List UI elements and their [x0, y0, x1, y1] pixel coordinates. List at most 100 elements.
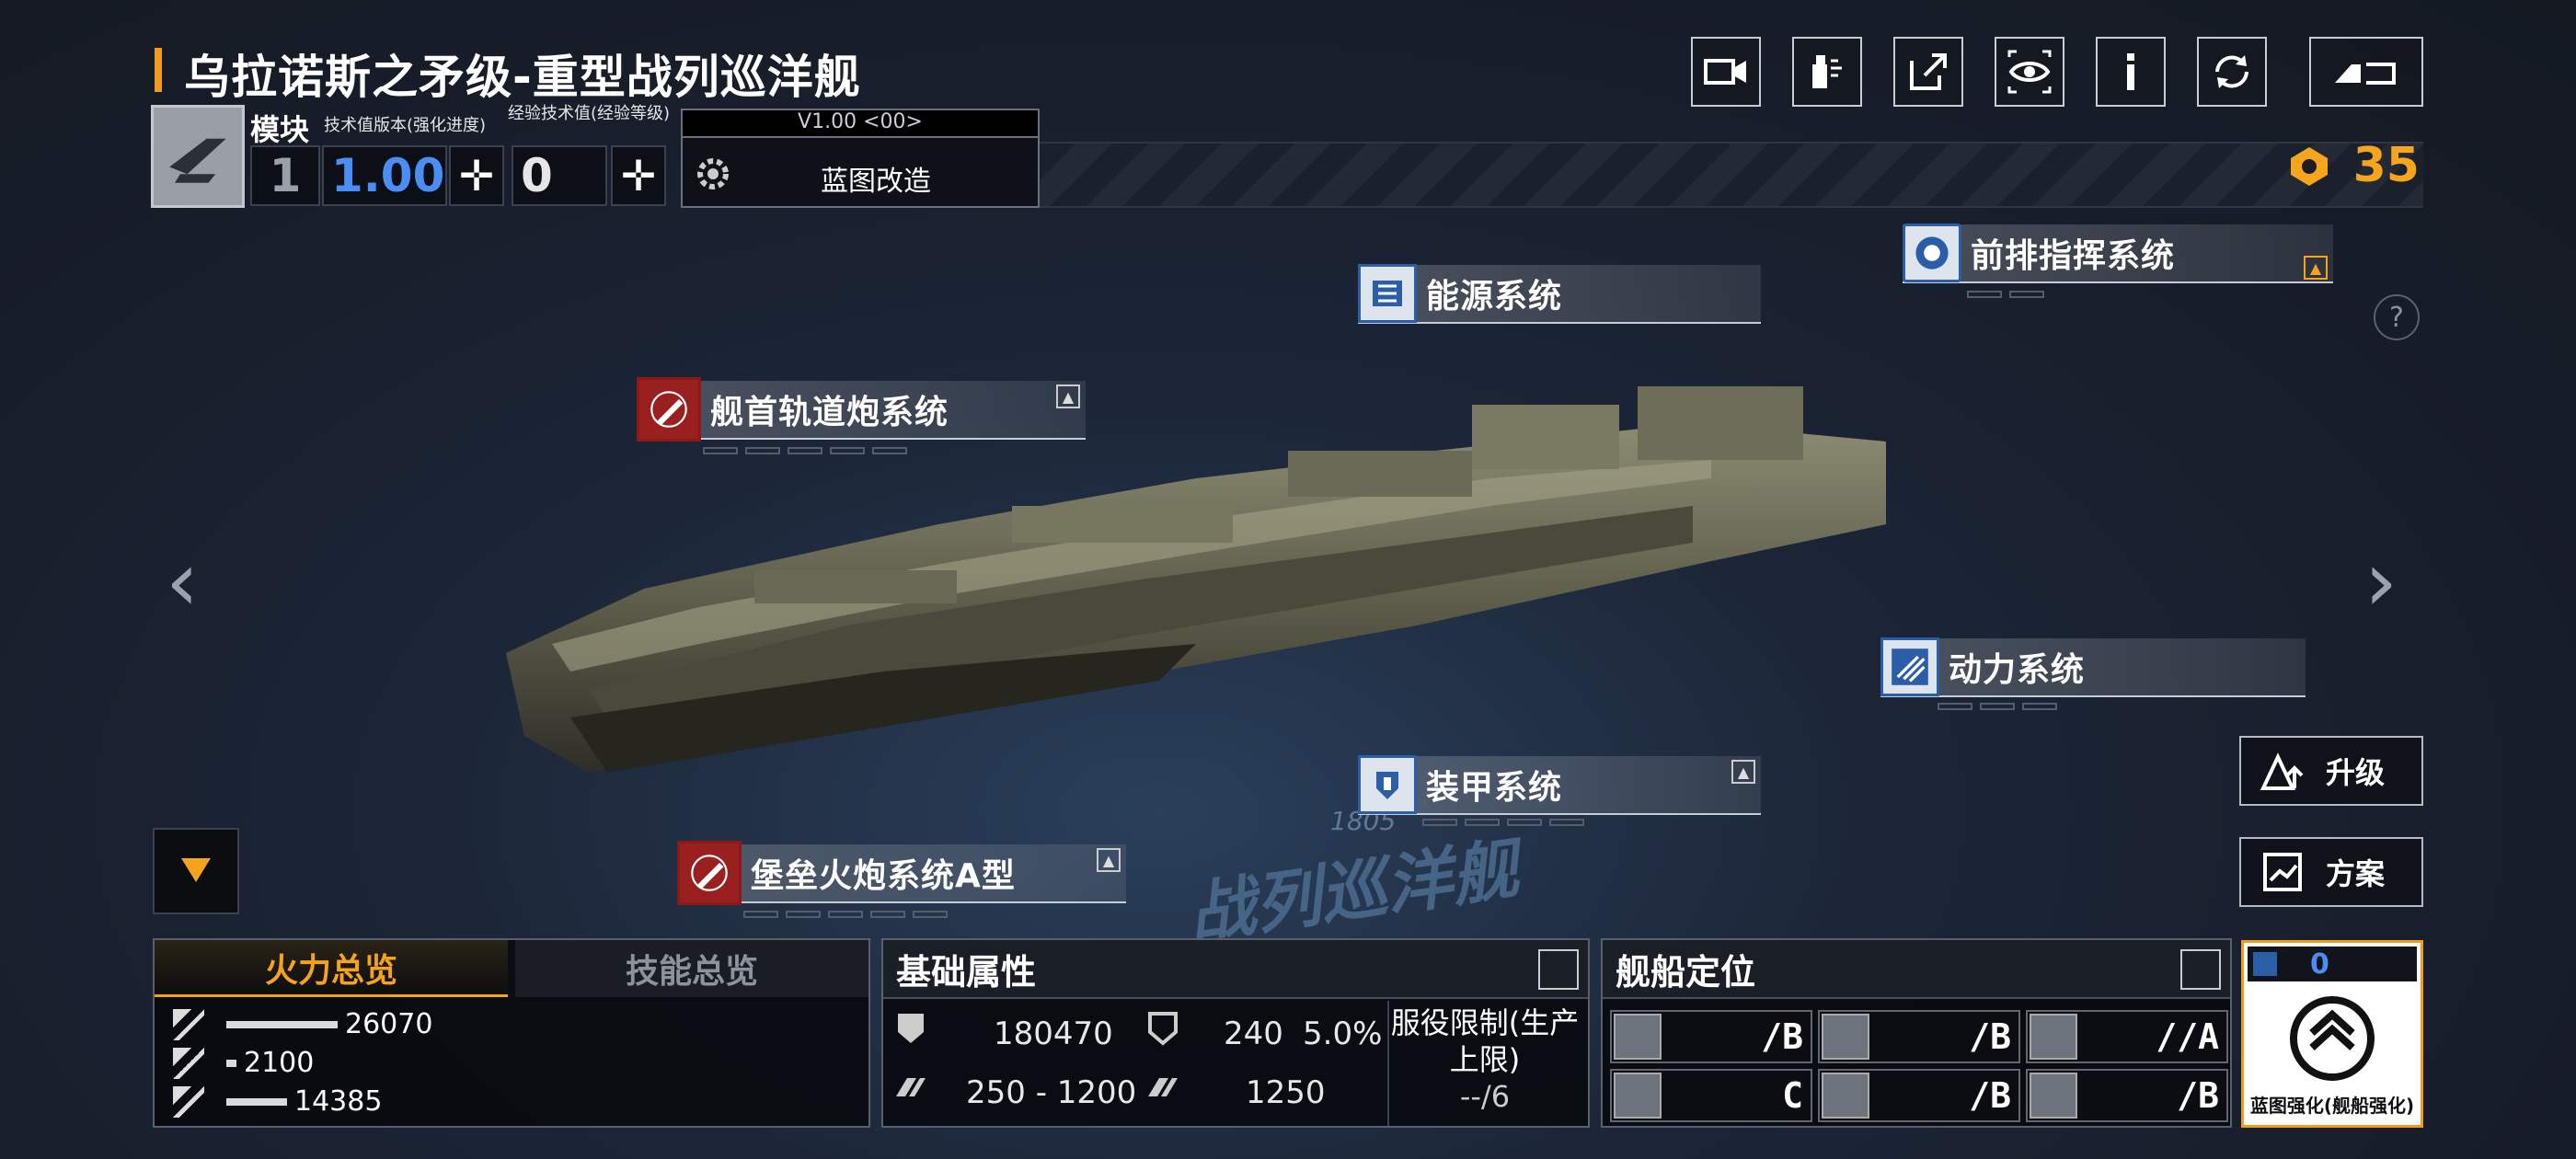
hp-icon: [892, 1010, 929, 1047]
fire-row: 2100: [173, 1047, 314, 1079]
exp-value-box: 0: [512, 145, 607, 206]
plan-icon: [2263, 853, 2302, 891]
blueprint-version: V1.00 <00>: [683, 110, 1038, 138]
expand-button[interactable]: [1538, 949, 1579, 990]
warp-value: 1250: [1246, 1074, 1326, 1111]
power-system-icon: [1880, 637, 1939, 696]
exp-tech-label: 经验技术值(经验等级): [508, 104, 671, 123]
enhance-label: 蓝图强化(舰船强化): [2249, 1095, 2415, 1117]
armor-icon: [1144, 1010, 1181, 1047]
prev-ship-arrow[interactable]: ‹: [166, 534, 199, 630]
refresh-button[interactable]: [2197, 37, 2267, 107]
upgrade-label: 升级: [2326, 755, 2386, 790]
tech-value: 1.00: [331, 149, 445, 202]
fortress-cannon-slots: [743, 911, 948, 918]
page-title: 乌拉诺斯之矛级-重型战列巡洋舰: [155, 40, 861, 107]
hp-value: 180470: [994, 1016, 1113, 1052]
expand-button[interactable]: [2180, 949, 2221, 990]
service-limit: 服役限制(生产上限) --/6: [1387, 1001, 1581, 1126]
exp-plus-button[interactable]: ✛: [611, 145, 666, 206]
base-attributes-panel: 基础属性 180470 240 5.0% 250 - 1200 1250 服役限…: [881, 938, 1590, 1128]
help-button[interactable]: ?: [2374, 294, 2420, 340]
role-icon: [1614, 1073, 1662, 1119]
role-icon: [2030, 1073, 2077, 1119]
upgrade-button[interactable]: 升级: [2239, 736, 2423, 806]
service-limit-value: --/6: [1459, 1079, 1511, 1114]
enhance-count: 0: [2310, 947, 2329, 981]
collapse-toggle[interactable]: [153, 828, 239, 914]
system-tag-armor[interactable]: 装甲系统 ▲: [1358, 755, 1761, 815]
upgrade-available-icon: ▲: [2304, 256, 2328, 280]
system-tag-power[interactable]: 动力系统: [1880, 637, 2306, 697]
position-grade[interactable]: /B: [1818, 1069, 2020, 1122]
view-eye-icon: [2007, 50, 2052, 94]
tech-plus-button[interactable]: ✛: [449, 145, 504, 206]
currency-display: 35: [2287, 138, 2420, 193]
share-icon: [1910, 53, 1947, 90]
upgrade-icon: ▲: [1731, 760, 1755, 784]
grade-value: C: [1782, 1075, 1803, 1116]
energy-system-label: 能源系统: [1426, 278, 1563, 316]
refresh-icon: [2215, 55, 2248, 88]
position-grade[interactable]: /B: [2026, 1069, 2228, 1122]
share-button[interactable]: [1893, 37, 1963, 107]
blueprint-modify-label: 蓝图改造: [821, 166, 931, 198]
enhance-chevron-icon: [2290, 996, 2375, 1081]
back-icon: [2335, 63, 2396, 85]
grade-value: /B: [1969, 1075, 2011, 1116]
weapon-type-icon: [173, 1047, 204, 1079]
info-icon: [2127, 53, 2134, 90]
triangle-down-icon: [181, 858, 211, 882]
camera-button[interactable]: [1691, 37, 1761, 107]
info-button[interactable]: [2096, 37, 2166, 107]
position-grade[interactable]: /B: [1610, 1010, 1812, 1063]
fire-bar: [226, 1059, 236, 1067]
role-icon: [2030, 1014, 2077, 1060]
currency-value: 35: [2352, 138, 2420, 193]
role-icon: [1822, 1073, 1869, 1119]
upgrade-icon: [2260, 752, 2304, 790]
system-tag-fortress-cannon[interactable]: 堡垒火炮系统A型 ▲: [677, 841, 1126, 905]
faction-logo-icon: [169, 138, 226, 183]
fire-row: 14385: [173, 1085, 382, 1118]
module-label: 模块: [250, 112, 310, 147]
armor-system-icon: [1358, 755, 1417, 814]
plan-button[interactable]: 方案: [2239, 837, 2423, 907]
fire-row: 26070: [173, 1008, 432, 1040]
currency-icon: [2290, 147, 2328, 186]
plus-icon: ✛: [458, 151, 495, 201]
hull-class-text: 战列巡洋舰: [1183, 830, 1524, 953]
armor-percent: 5.0%: [1303, 1016, 1383, 1052]
blueprint-modify-button[interactable]: V1.00 <00> 蓝图改造: [681, 109, 1040, 208]
module-index-box: 1: [250, 145, 320, 206]
base-attributes-title: 基础属性: [896, 951, 1037, 993]
next-ship-arrow[interactable]: ›: [2364, 534, 2398, 630]
view-button[interactable]: [1995, 37, 2064, 107]
fire-bar: [226, 1020, 338, 1028]
fire-overview-panel: 火力总览 技能总览 26070 2100 14385: [153, 938, 870, 1128]
system-tag-bow-railgun[interactable]: 舰首轨道炮系统 ▲: [637, 377, 1086, 442]
enhance-resource-icon: [2253, 952, 2277, 976]
back-button[interactable]: [2309, 37, 2423, 107]
position-grade[interactable]: //A: [2026, 1010, 2228, 1063]
power-system-label: 动力系统: [1949, 651, 2086, 689]
tab-skill-overview[interactable]: 技能总览: [515, 940, 868, 997]
paint-button[interactable]: [1792, 37, 1862, 107]
position-grade[interactable]: /B: [1818, 1010, 2020, 1063]
cannon-system-icon: [637, 377, 701, 442]
position-grade[interactable]: C: [1610, 1069, 1812, 1122]
fortress-cannon-label: 堡垒火炮系统A型: [751, 857, 1016, 895]
upgrade-icon: ▲: [1097, 848, 1121, 872]
blueprint-enhance-card[interactable]: 0 蓝图强化(舰船强化): [2241, 940, 2423, 1128]
bow-railgun-label: 舰首轨道炮系统: [710, 394, 949, 431]
system-tag-energy[interactable]: 能源系统: [1358, 264, 1761, 324]
armor-value: 240: [1224, 1016, 1283, 1052]
tab-fire-overview[interactable]: 火力总览: [155, 940, 508, 997]
cannon-system-icon: [677, 841, 742, 905]
ship-positioning-panel: 舰船定位 /B/B //A C/B/B: [1601, 938, 2232, 1128]
speed-value: 250 - 1200: [966, 1074, 1137, 1111]
gear-wrench-icon: [697, 158, 729, 189]
system-tag-forward-command[interactable]: 前排指挥系统 ▲: [1903, 224, 2333, 283]
grade-value: //A: [2156, 1016, 2219, 1057]
energy-system-icon: [1358, 264, 1417, 323]
